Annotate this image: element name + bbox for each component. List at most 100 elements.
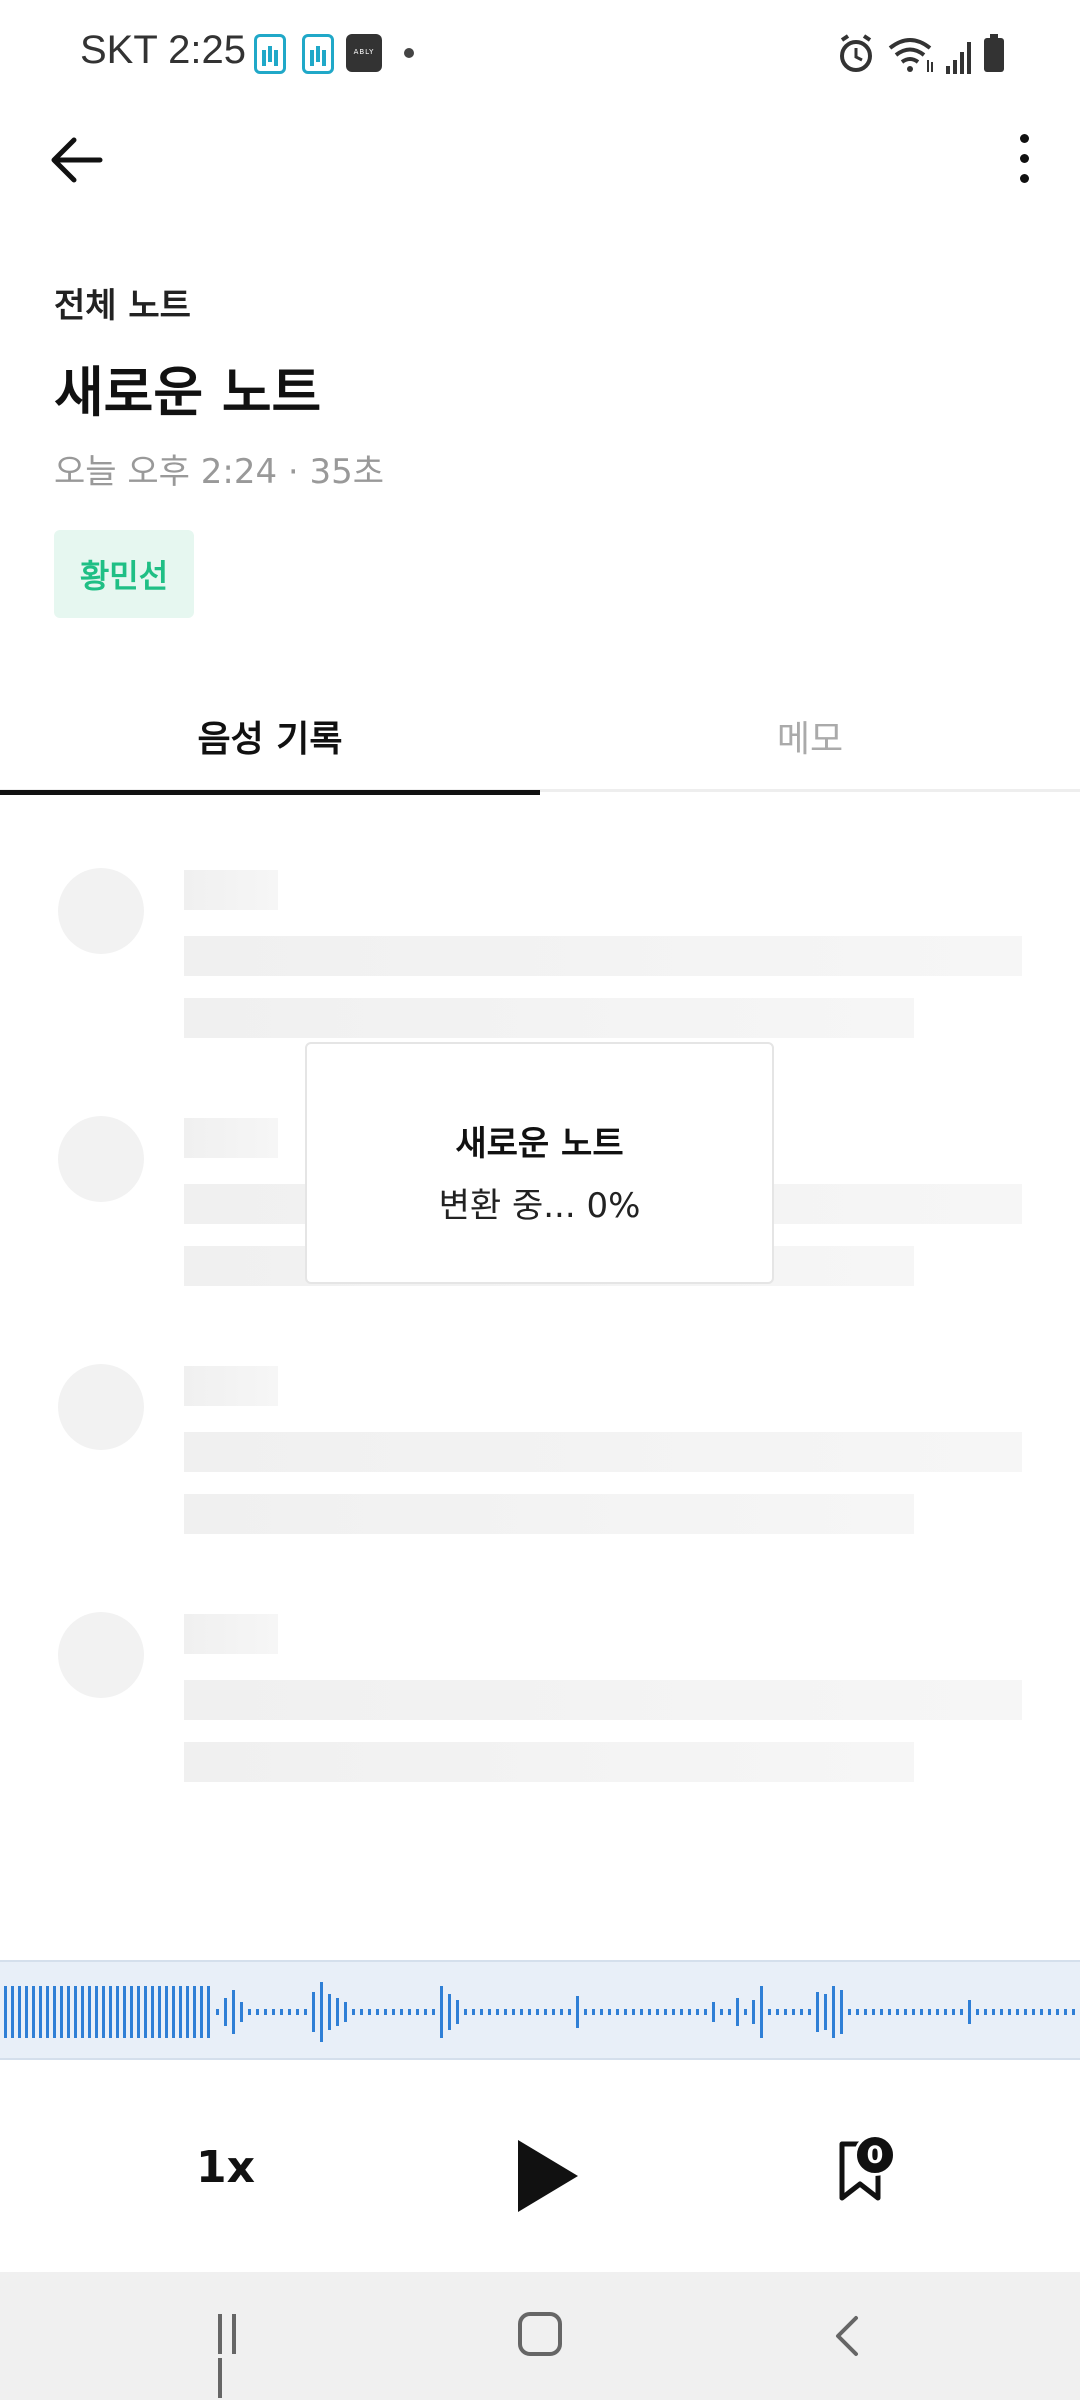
waveform-bar — [137, 1986, 140, 2038]
waveform-bar — [200, 1986, 203, 2038]
waveform-bar — [776, 2009, 779, 2015]
waveform-bar — [67, 1986, 70, 2038]
waveform-bar — [576, 1996, 579, 2028]
bookmark-count-badge: 0 — [854, 2134, 896, 2176]
skeleton-line — [184, 1118, 278, 1158]
waveform-bar — [186, 1986, 189, 2038]
speaker-tag[interactable]: 황민선 — [54, 530, 194, 618]
waveform-bar — [123, 1986, 126, 2038]
waveform-bar — [928, 2009, 931, 2015]
back-icon[interactable] — [826, 2312, 870, 2360]
waveform-bar — [472, 2009, 475, 2015]
top-app-bar — [0, 108, 1080, 218]
waveform-bar — [952, 2009, 955, 2015]
waveform-bar — [1064, 2009, 1067, 2015]
waveform-bar — [456, 2000, 459, 2024]
waveform-bar — [608, 2009, 611, 2015]
waveform-bar — [992, 2009, 995, 2015]
alarm-icon — [840, 34, 872, 72]
waveform-bar — [648, 2009, 651, 2015]
back-arrow-icon[interactable] — [44, 128, 108, 192]
waveform-bar — [232, 1990, 235, 2034]
waveform-bar — [392, 2009, 395, 2015]
waveform-bar — [39, 1986, 42, 2038]
waveform-bar — [240, 2002, 243, 2022]
waveform-bar — [848, 2009, 851, 2015]
waveform-bar — [158, 1986, 161, 2038]
skeleton-avatar — [58, 1364, 144, 1450]
recents-icon[interactable] — [218, 2314, 258, 2398]
waveform-bar — [760, 1986, 763, 2038]
waveform-bar — [4, 1986, 7, 2038]
waveform-bar — [600, 2009, 603, 2015]
waveform-bar — [672, 2009, 675, 2015]
waveform-bar — [172, 1986, 175, 2038]
waveform-bar — [856, 2009, 859, 2015]
tab-memo[interactable]: 메모 — [540, 680, 1080, 792]
waveform-graphic — [4, 1982, 1075, 2042]
waveform-bar — [360, 2009, 363, 2015]
skeleton-line — [184, 1432, 1022, 1472]
waveform-bar — [904, 2009, 907, 2015]
ably-label: ABLY — [353, 48, 375, 56]
waveform-bar — [816, 1992, 819, 2032]
waveform-bar — [920, 2009, 923, 2015]
wifi-icon — [888, 38, 933, 72]
waveform-bar — [568, 2009, 571, 2015]
waveform-bar — [488, 2009, 491, 2015]
waveform-bar — [25, 1986, 28, 2038]
play-icon[interactable] — [512, 2136, 584, 2216]
tab-voice-record[interactable]: 음성 기록 — [0, 680, 540, 795]
waveform-bar — [640, 2009, 643, 2015]
skeleton-line — [184, 1742, 914, 1782]
waveform-bar — [872, 2009, 875, 2015]
waveform-bar — [81, 1986, 84, 2038]
waveform-bar — [680, 2009, 683, 2015]
waveform-bar — [832, 1986, 835, 2038]
waveform-bar — [448, 1994, 451, 2030]
waveform-bar — [304, 2009, 307, 2015]
waveform-bar — [1072, 2009, 1075, 2015]
waveform-bar — [528, 2009, 531, 2015]
waveform-bar — [728, 2009, 731, 2015]
waveform-bar — [688, 2009, 691, 2015]
notification-dot — [404, 48, 414, 58]
waveform-bar — [376, 2009, 379, 2015]
more-vertical-icon[interactable] — [1006, 134, 1042, 190]
system-nav-bar — [0, 2272, 1080, 2400]
skeleton-line — [184, 1680, 1022, 1720]
waveform-bar — [432, 2009, 435, 2015]
waveform-bar — [800, 2009, 803, 2015]
waveform-bar — [744, 2009, 747, 2015]
waveform-bar — [584, 2009, 587, 2015]
folder-label[interactable]: 전체 노트 — [54, 278, 191, 327]
skeleton-avatar — [58, 868, 144, 954]
waveform-bar — [248, 2009, 251, 2015]
playback-speed-button[interactable]: 1x — [196, 2142, 255, 2193]
home-icon[interactable] — [518, 2312, 562, 2356]
waveform-bar — [165, 1986, 168, 2038]
waveform-bar — [768, 2009, 771, 2015]
waveform-bar — [480, 2009, 483, 2015]
waveform-bar — [384, 2009, 387, 2015]
waveform-bar — [656, 2009, 659, 2015]
status-bar: SKT 2:25 ABLY — [0, 0, 1080, 108]
audio-waveform[interactable] — [0, 1960, 1080, 2060]
waveform-bar — [464, 2009, 467, 2015]
waveform-bar — [1008, 2009, 1011, 2015]
waveform-bar — [288, 2009, 291, 2015]
signal-icon — [946, 42, 971, 74]
waveform-bar — [520, 2009, 523, 2015]
waveform-bar — [320, 1982, 323, 2042]
waveform-bar — [984, 2009, 987, 2015]
waveform-bar — [1048, 2009, 1051, 2015]
waveform-bar — [784, 2009, 787, 2015]
waveform-bar — [552, 2009, 555, 2015]
skeleton-line — [184, 1614, 278, 1654]
waveform-bar — [256, 2009, 259, 2015]
waveform-bar — [704, 2009, 707, 2015]
waveform-bar — [512, 2009, 515, 2015]
waveform-bar — [46, 1986, 49, 2038]
waveform-bar — [560, 2009, 563, 2015]
waveform-bar — [1016, 2009, 1019, 2015]
